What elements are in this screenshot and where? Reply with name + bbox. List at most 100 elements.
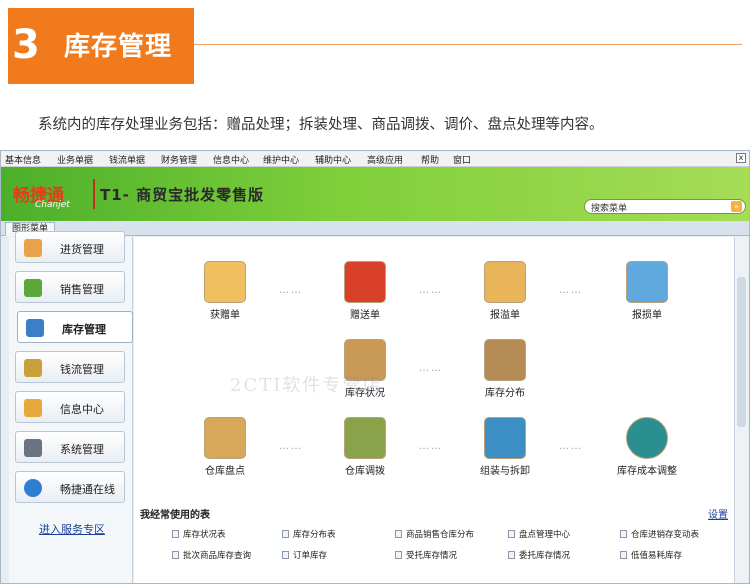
document-icon	[172, 551, 179, 559]
search-label: 搜索菜单	[591, 204, 628, 214]
flow-dots: ……	[419, 441, 443, 452]
frequent-item[interactable]: 仓库进销存变动表	[620, 528, 699, 540]
menu-maintenance[interactable]: 维护中心	[263, 153, 299, 166]
frequent-item[interactable]: 订单库存	[282, 549, 327, 561]
document-icon	[172, 530, 179, 538]
sidebar-item-label: 库存管理	[62, 323, 106, 336]
frequent-item[interactable]: 委托库存情况	[508, 549, 570, 561]
scrollbar[interactable]	[734, 237, 748, 583]
search-input[interactable]	[633, 201, 727, 212]
flow-dots: ……	[279, 285, 303, 296]
func-label: 仓库盘点	[205, 466, 245, 477]
func-label: 获赠单	[210, 310, 240, 321]
menu-cash-docs[interactable]: 钱流单据	[109, 153, 145, 166]
gift-give-icon	[344, 261, 386, 303]
flow-dots: ……	[419, 363, 443, 374]
frequent-item[interactable]: 盘点管理中心	[508, 528, 570, 540]
sidebar-item-sales[interactable]: 销售管理	[15, 271, 125, 303]
menu-finance[interactable]: 财务管理	[161, 153, 197, 166]
frequent-item[interactable]: 低值易耗库存	[620, 549, 682, 561]
func-label: 报溢单	[490, 310, 520, 321]
func-loss-report[interactable]: 报损单	[607, 261, 687, 321]
func-gift-give[interactable]: 赠送单	[325, 261, 405, 321]
warehouse-count-icon	[204, 417, 246, 459]
frequent-settings-link[interactable]: 设置	[708, 506, 728, 521]
inventory-grid-icon	[26, 319, 44, 337]
func-stock-distribution[interactable]: 库存分布	[465, 339, 545, 399]
brand-divider	[93, 179, 95, 209]
settings-icon	[24, 439, 42, 457]
gift-received-icon	[204, 261, 246, 303]
menu-bar: 基本信息 业务单据 钱流单据 财务管理 信息中心 维护中心 辅助中心 高级应用 …	[1, 151, 749, 167]
brand-banner: 畅捷通 Chanjet T1- 商贸宝批发零售版 搜索菜单 »	[1, 167, 749, 221]
warehouse-transfer-icon	[344, 417, 386, 459]
menu-search: 搜索菜单 »	[584, 199, 746, 214]
product-name: T1- 商贸宝批发零售版	[100, 186, 265, 204]
frequent-item[interactable]: 库存状况表	[172, 528, 226, 540]
func-assembly[interactable]: 组装与拆卸	[465, 417, 545, 477]
flow-dots: ……	[419, 285, 443, 296]
info-mail-icon	[24, 399, 42, 417]
sales-basket-icon	[24, 279, 42, 297]
sidebar-item-info-center[interactable]: 信息中心	[15, 391, 125, 423]
func-label: 库存成本调整	[617, 466, 677, 477]
scroll-thumb[interactable]	[737, 277, 746, 427]
document-icon	[620, 551, 627, 559]
section-title: 库存管理	[64, 32, 173, 62]
frequent-item[interactable]: 商品销售仓库分布	[395, 528, 474, 540]
sidebar-item-label: 信息中心	[60, 403, 104, 416]
sidebar-item-online[interactable]: 畅捷通在线	[15, 471, 125, 503]
service-zone-link[interactable]: 进入服务专区	[39, 521, 105, 537]
sidebar: 进货管理 销售管理 库存管理 钱流管理 信息中心 系统管理 畅捷通在线 进入服务…	[9, 231, 133, 583]
func-label: 赠送单	[350, 310, 380, 321]
sidebar-item-cash[interactable]: 钱流管理	[15, 351, 125, 383]
menu-help[interactable]: 帮助	[421, 153, 439, 166]
frequent-item[interactable]: 受托库存情况	[395, 549, 457, 561]
sidebar-item-label: 钱流管理	[60, 363, 104, 376]
menu-business-docs[interactable]: 业务单据	[57, 153, 93, 166]
func-gift-received[interactable]: 获赠单	[185, 261, 265, 321]
search-go-icon[interactable]: »	[731, 201, 742, 212]
loss-report-icon	[626, 261, 668, 303]
func-label: 库存分布	[485, 388, 525, 399]
section-number: 3	[12, 22, 40, 68]
frequent-item[interactable]: 库存分布表	[282, 528, 336, 540]
sidebar-item-purchase[interactable]: 进货管理	[15, 231, 125, 263]
func-warehouse-transfer[interactable]: 仓库调拨	[325, 417, 405, 477]
close-icon[interactable]: x	[736, 153, 746, 163]
purchase-icon	[24, 239, 42, 257]
cost-adjust-icon	[626, 417, 668, 459]
flow-dots: ……	[279, 441, 303, 452]
sidebar-item-label: 进货管理	[60, 243, 104, 256]
menu-info-center[interactable]: 信息中心	[213, 153, 249, 166]
func-warehouse-count[interactable]: 仓库盘点	[185, 417, 265, 477]
sidebar-item-system[interactable]: 系统管理	[15, 431, 125, 463]
brand-logo-en: Chanjet	[35, 200, 70, 210]
app-window: 基本信息 业务单据 钱流单据 财务管理 信息中心 维护中心 辅助中心 高级应用 …	[0, 150, 750, 584]
sidebar-item-label: 系统管理	[60, 443, 104, 456]
money-icon	[24, 359, 42, 377]
document-icon	[620, 530, 627, 538]
sidebar-item-label: 畅捷通在线	[60, 483, 115, 496]
sidebar-item-label: 销售管理	[60, 283, 104, 296]
assembly-icon	[484, 417, 526, 459]
func-label: 报损单	[632, 310, 662, 321]
overflow-report-icon	[484, 261, 526, 303]
sidebar-item-inventory[interactable]: 库存管理	[17, 311, 133, 343]
func-label: 仓库调拨	[345, 466, 385, 477]
document-icon	[282, 551, 289, 559]
online-globe-icon	[24, 479, 42, 497]
func-label: 组装与拆卸	[480, 466, 530, 477]
func-cost-adjust[interactable]: 库存成本调整	[607, 417, 687, 477]
section-intro: 系统内的库存处理业务包括：赠品处理；拆装处理、商品调拨、调价、盘点处理等内容。	[38, 117, 604, 133]
document-icon	[395, 551, 402, 559]
menu-advanced[interactable]: 高级应用	[367, 153, 403, 166]
frequent-item[interactable]: 批次商品库存查询	[172, 549, 251, 561]
document-icon	[508, 551, 515, 559]
menu-window[interactable]: 窗口	[453, 153, 471, 166]
flow-dots: ……	[559, 285, 583, 296]
menu-assist-center[interactable]: 辅助中心	[315, 153, 351, 166]
menu-basic-info[interactable]: 基本信息	[5, 153, 41, 166]
frequent-reports-title: 我经常使用的表	[140, 510, 210, 521]
func-overflow-report[interactable]: 报溢单	[465, 261, 545, 321]
